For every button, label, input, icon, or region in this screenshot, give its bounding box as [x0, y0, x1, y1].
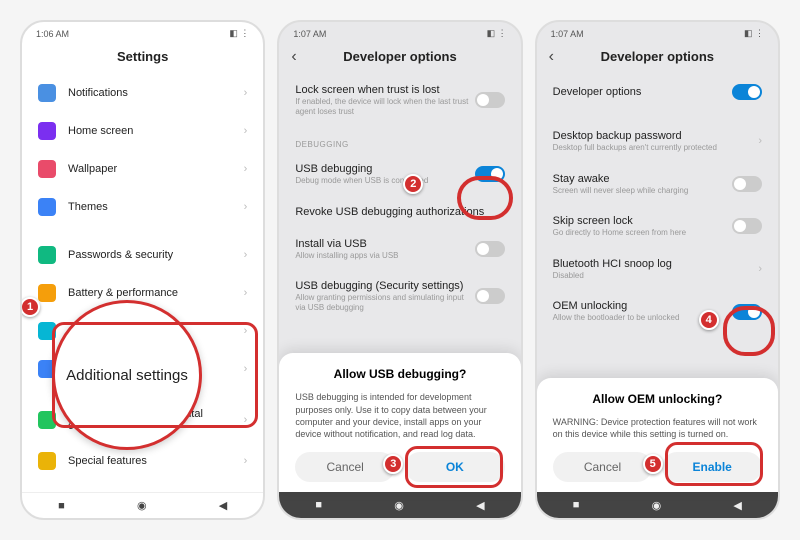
status-bar: 1:07 AM ◧ ⋮	[537, 22, 778, 41]
status-time: 1:07 AM	[293, 29, 326, 39]
dialog-body: WARNING: Device protection features will…	[553, 416, 762, 440]
status-time: 1:07 AM	[551, 29, 584, 39]
row-install-usb[interactable]: Install via USBAllow installing apps via…	[293, 228, 506, 271]
chevron-right-icon: ›	[244, 287, 248, 299]
status-bar: 1:06 AM ◧ ⋮	[22, 22, 263, 41]
nav-home-icon[interactable]: ◉	[652, 499, 662, 512]
row-icon	[38, 84, 56, 102]
row-revoke[interactable]: Revoke USB debugging authorizations	[293, 196, 506, 228]
phone-developer-usb: 1:07 AM ◧ ⋮ ‹ Developer options Lock scr…	[277, 20, 522, 520]
row-icon	[38, 322, 56, 340]
row-icon	[38, 452, 56, 470]
enable-button[interactable]: Enable	[662, 452, 762, 482]
header: ‹ Developer options	[537, 41, 778, 74]
step-marker-4: 4	[699, 310, 719, 330]
row-desktop-backup[interactable]: Desktop backup passwordDesktop full back…	[551, 120, 764, 163]
magnifier-additional-settings: Additional settings	[52, 300, 202, 450]
status-icons: ◧ ⋮	[744, 28, 764, 39]
nav-home-icon[interactable]: ◉	[394, 499, 404, 512]
dialog-body: USB debugging is intended for developmen…	[295, 391, 504, 440]
toggle-install[interactable]	[475, 241, 505, 257]
header: ‹ Developer options	[279, 41, 520, 74]
dialog-oem-unlocking: Allow OEM unlocking? WARNING: Device pro…	[537, 378, 778, 492]
row-label: Themes	[68, 201, 244, 213]
row-label: Passwords & security	[68, 249, 244, 261]
chevron-right-icon: ›	[244, 125, 248, 137]
nav-home-icon[interactable]: ◉	[137, 499, 147, 512]
nav-recent-icon[interactable]: ■	[315, 499, 322, 511]
toggle-usb-sec[interactable]	[475, 288, 505, 304]
row-developer-options[interactable]: Developer options	[551, 74, 764, 110]
settings-row[interactable]: Themes›	[36, 188, 249, 226]
cancel-button[interactable]: Cancel	[295, 452, 395, 482]
row-icon	[38, 122, 56, 140]
cancel-button[interactable]: Cancel	[553, 452, 653, 482]
header: Settings	[22, 41, 263, 74]
status-icons: ◧ ⋮	[229, 28, 249, 39]
row-label: Wallpaper	[68, 163, 244, 175]
chevron-right-icon: ›	[244, 87, 248, 99]
status-bar: 1:07 AM ◧ ⋮	[279, 22, 520, 41]
page-title: Developer options	[343, 49, 456, 64]
row-bluetooth-hci[interactable]: Bluetooth HCI snoop logDisabled ›	[551, 248, 764, 291]
row-icon	[38, 411, 56, 429]
chevron-right-icon: ›	[244, 201, 248, 213]
row-label: Special features	[68, 455, 244, 467]
toggle-dev-options[interactable]	[732, 84, 762, 100]
nav-back-icon[interactable]: ◀	[733, 499, 741, 512]
row-label: Notifications	[68, 87, 244, 99]
nav-back-icon[interactable]: ◀	[476, 499, 484, 512]
chevron-right-icon: ›	[244, 363, 248, 375]
row-lock-screen[interactable]: Lock screen when trust is lostIf enabled…	[293, 74, 506, 126]
row-label: Battery & performance	[68, 287, 244, 299]
toggle-usb-debugging[interactable]	[475, 166, 505, 182]
row-icon	[38, 160, 56, 178]
row-usb-security[interactable]: USB debugging (Security settings)Allow g…	[293, 270, 506, 322]
chevron-right-icon: ›	[244, 414, 248, 426]
step-marker-1: 1	[20, 297, 40, 317]
chevron-right-icon: ›	[244, 455, 248, 467]
row-icon	[38, 284, 56, 302]
row-stay-awake[interactable]: Stay awakeScreen will never sleep while …	[551, 163, 764, 206]
back-icon[interactable]: ‹	[549, 48, 554, 66]
page-title: Developer options	[601, 49, 714, 64]
phone-settings: 1:06 AM ◧ ⋮ Settings Notifications›Home …	[20, 20, 265, 520]
nav-bar: ■ ◉ ◀	[279, 492, 520, 518]
row-icon	[38, 198, 56, 216]
toggle-stay-awake[interactable]	[732, 176, 762, 192]
chevron-right-icon: ›	[244, 325, 248, 337]
section-debugging: DEBUGGING	[293, 126, 506, 153]
toggle-oem-unlocking[interactable]	[732, 304, 762, 320]
nav-bar: ■ ◉ ◀	[537, 492, 778, 518]
step-marker-5: 5	[643, 454, 663, 474]
chevron-right-icon: ›	[758, 263, 762, 275]
row-skip-lock[interactable]: Skip screen lockGo directly to Home scre…	[551, 205, 764, 248]
page-title: Settings	[117, 49, 168, 64]
nav-recent-icon[interactable]: ■	[573, 499, 580, 511]
phone-developer-oem: 1:07 AM ◧ ⋮ ‹ Developer options Develope…	[535, 20, 780, 520]
toggle-lock[interactable]	[475, 92, 505, 108]
dialog-usb-debugging: Allow USB debugging? USB debugging is in…	[279, 353, 520, 492]
nav-back-icon[interactable]: ◀	[219, 499, 227, 512]
dialog-title: Allow OEM unlocking?	[553, 392, 762, 406]
status-time: 1:06 AM	[36, 29, 69, 39]
chevron-right-icon: ›	[244, 163, 248, 175]
status-icons: ◧ ⋮	[487, 28, 507, 39]
settings-row[interactable]: Notifications›	[36, 74, 249, 112]
nav-bar: ■ ◉ ◀	[22, 492, 263, 518]
nav-recent-icon[interactable]: ■	[58, 500, 65, 512]
ok-button[interactable]: OK	[405, 452, 505, 482]
dialog-title: Allow USB debugging?	[295, 367, 504, 381]
toggle-skip-lock[interactable]	[732, 218, 762, 234]
settings-row[interactable]: Passwords & security›	[36, 236, 249, 274]
back-icon[interactable]: ‹	[291, 48, 296, 66]
chevron-right-icon: ›	[758, 135, 762, 147]
settings-row[interactable]: Wallpaper›	[36, 150, 249, 188]
row-label: Home screen	[68, 125, 244, 137]
row-usb-debugging[interactable]: USB debuggingDebug mode when USB is conn…	[293, 153, 506, 196]
row-icon	[38, 246, 56, 264]
settings-row[interactable]: Home screen›	[36, 112, 249, 150]
row-oem-unlocking[interactable]: OEM unlockingAllow the bootloader to be …	[551, 290, 764, 333]
chevron-right-icon: ›	[244, 249, 248, 261]
